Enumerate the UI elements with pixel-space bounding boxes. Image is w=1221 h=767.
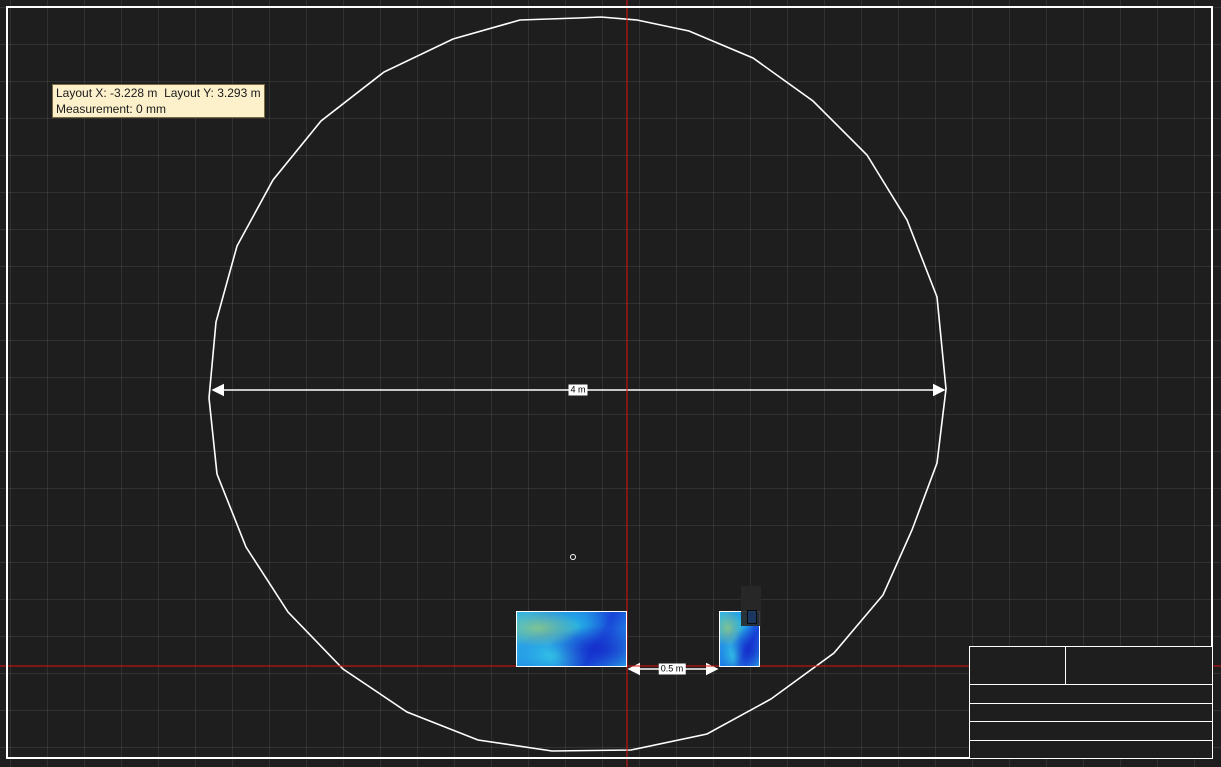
title-block[interactable] <box>969 646 1213 759</box>
title-block-divider <box>1065 647 1066 684</box>
diameter-label: 4 m <box>568 384 588 396</box>
title-block-divider <box>970 721 1212 722</box>
title-block-divider <box>970 684 1212 685</box>
spacing-label: 0.5 m <box>658 663 686 675</box>
surface-panel-left[interactable] <box>516 611 627 667</box>
layout-x-readout: Layout X: -3.228 m <box>56 86 158 100</box>
measurement-readout: Measurement: 0 mm <box>56 102 167 116</box>
title-block-divider <box>970 703 1212 704</box>
layout-y-readout: Layout Y: 3.293 m <box>164 86 261 100</box>
title-block-divider <box>970 740 1212 741</box>
move-handle-icon[interactable] <box>747 610 757 624</box>
coordinate-readout: Layout X: -3.228 m Layout Y: 3.293 m Mea… <box>52 84 265 118</box>
move-gizmo[interactable] <box>741 586 761 626</box>
origin-marker-icon[interactable] <box>570 554 576 560</box>
layout-canvas[interactable]: 4 m 0.5 m Layout X: -3.228 m Layout Y: 3… <box>0 0 1221 767</box>
readout-row-position: Layout X: -3.228 m Layout Y: 3.293 m <box>56 85 261 101</box>
